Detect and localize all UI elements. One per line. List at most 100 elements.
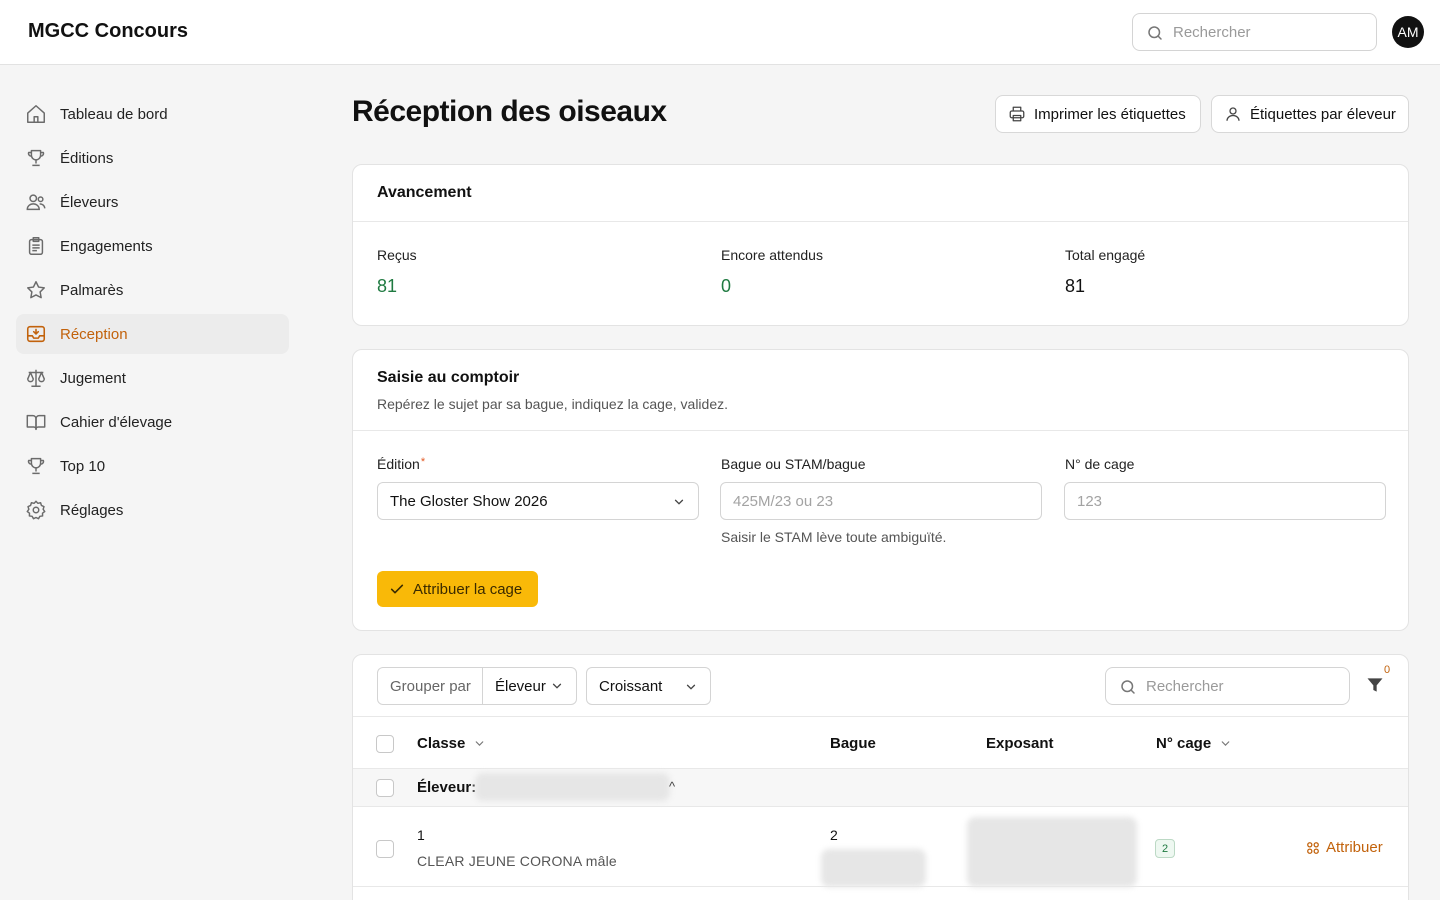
sidebar-item-awards[interactable]: Palmarès — [16, 270, 289, 310]
group-by-control: Grouper par Éleveur — [377, 667, 577, 705]
print-labels-button[interactable]: Imprimer les étiquettes — [995, 95, 1201, 133]
print-labels-label: Imprimer les étiquettes — [1034, 105, 1186, 123]
sidebar-item-editions[interactable]: Éditions — [16, 138, 289, 178]
labels-by-breeder-label: Étiquettes par éleveur — [1250, 105, 1396, 123]
sidebar-item-top10[interactable]: Top 10 — [16, 446, 289, 486]
redacted-exhibitor — [967, 817, 1137, 887]
table-search[interactable] — [1105, 667, 1350, 705]
clipboard-icon — [24, 234, 48, 258]
sidebar-item-label: Réception — [60, 325, 128, 343]
sort-order-select[interactable]: Croissant — [586, 667, 711, 705]
chevron-down-icon — [550, 679, 564, 697]
edition-label: Édition* — [377, 456, 426, 472]
column-ring: Bague — [830, 735, 876, 752]
sidebar-item-label: Palmarès — [60, 281, 124, 299]
counter-subtitle: Repérez le sujet par sa bague, indiquez … — [377, 396, 728, 412]
group-row-label: Éleveur: — [417, 779, 477, 796]
ring-label: Bague ou STAM/bague — [721, 456, 866, 472]
chevron-down-icon — [672, 495, 686, 513]
user-avatar[interactable]: AM — [1392, 16, 1424, 48]
sidebar-item-label: Réglages — [60, 501, 124, 519]
progress-title: Avancement — [377, 184, 472, 201]
search-icon — [1119, 678, 1137, 701]
book-icon — [24, 410, 48, 434]
edition-select-value: The Gloster Show 2026 — [390, 492, 548, 510]
received-value: 81 — [377, 276, 398, 296]
cage-label: N° de cage — [1065, 456, 1135, 472]
grid-icon — [1306, 841, 1320, 855]
assign-row-label: Attribuer — [1326, 839, 1383, 856]
counter-title: Saisie au comptoir — [377, 369, 520, 386]
sidebar-item-breeding-book[interactable]: Cahier d'élevage — [16, 402, 289, 442]
pending-value: 0 — [721, 276, 732, 296]
star-icon — [24, 278, 48, 302]
sidebar-item-judging[interactable]: Jugement — [16, 358, 289, 398]
group-by-value: Éleveur — [495, 677, 546, 695]
group-by-label: Grouper par — [378, 668, 483, 704]
group-by-select[interactable]: Éleveur — [483, 668, 576, 704]
trophy-icon — [24, 146, 48, 170]
ring-help-text: Saisir le STAM lève toute ambiguïté. — [721, 529, 947, 545]
app-title: MGCC Concours — [28, 20, 188, 42]
gear-icon — [24, 498, 48, 522]
sidebar-item-reception[interactable]: Réception — [16, 314, 289, 354]
group-checkbox[interactable] — [376, 779, 394, 797]
divider — [353, 430, 1408, 431]
assign-cage-button[interactable]: Attribuer la cage — [377, 571, 538, 607]
table-search-input[interactable] — [1146, 668, 1341, 704]
search-icon — [1146, 24, 1164, 47]
users-icon — [24, 190, 48, 214]
group-row: Éleveur: ^ — [353, 769, 1408, 807]
class-number: 1 — [417, 827, 425, 843]
pending-label: Encore attendus — [721, 247, 823, 263]
global-search[interactable] — [1132, 13, 1377, 51]
total-value: 81 — [1065, 276, 1086, 296]
group-toggle-icon[interactable]: ^ — [669, 779, 675, 794]
filter-icon — [1365, 678, 1385, 699]
column-cage[interactable]: N° cage — [1156, 735, 1232, 752]
redacted-ring-detail — [821, 849, 926, 887]
chevron-down-icon — [473, 737, 486, 750]
sort-order-value: Croissant — [599, 677, 663, 695]
total-label: Total engagé — [1065, 247, 1146, 263]
redacted-breeder-name — [475, 773, 670, 801]
labels-by-breeder-button[interactable]: Étiquettes par éleveur — [1211, 95, 1409, 133]
sidebar-item-label: Jugement — [60, 369, 126, 387]
top-bar: MGCC Concours AM — [0, 0, 1440, 65]
sidebar-item-dashboard[interactable]: Tableau de bord — [16, 94, 289, 134]
divider — [353, 221, 1408, 222]
column-class[interactable]: Classe — [417, 735, 486, 752]
edition-select[interactable]: The Gloster Show 2026 — [377, 482, 699, 520]
page-title: Réception des oiseaux — [352, 95, 667, 128]
cage-input[interactable] — [1064, 482, 1386, 520]
sidebar-item-entries[interactable]: Engagements — [16, 226, 289, 266]
required-marker: * — [420, 456, 426, 468]
class-description: CLEAR JEUNE CORONA mâle — [417, 853, 617, 869]
inbox-icon — [24, 322, 48, 346]
select-all-checkbox[interactable] — [376, 735, 394, 753]
sidebar: Tableau de bord Éditions Éleveurs Engage… — [16, 94, 289, 534]
chevron-down-icon — [1219, 737, 1232, 750]
check-icon — [389, 581, 405, 597]
column-exhibitor: Exposant — [986, 735, 1054, 752]
sidebar-item-label: Engagements — [60, 237, 153, 255]
printer-icon — [1008, 105, 1026, 123]
sidebar-item-label: Top 10 — [60, 457, 106, 475]
filter-button[interactable] — [1365, 675, 1385, 697]
home-icon — [24, 102, 48, 126]
progress-card: Avancement Reçus 81 Encore attendus 0 To… — [352, 164, 1409, 326]
row-checkbox[interactable] — [376, 840, 394, 858]
received-label: Reçus — [377, 247, 417, 263]
birds-table-card: Grouper par Éleveur Croissant 0 Classe B… — [352, 654, 1409, 900]
ring-input[interactable] — [720, 482, 1042, 520]
assign-row-button[interactable]: Attribuer — [1306, 839, 1383, 856]
global-search-input[interactable] — [1173, 14, 1368, 50]
sidebar-item-settings[interactable]: Réglages — [16, 490, 289, 530]
sidebar-item-label: Éditions — [60, 149, 114, 167]
counter-entry-card: Saisie au comptoir Repérez le sujet par … — [352, 349, 1409, 631]
filter-count-badge: 0 — [1384, 664, 1391, 676]
chevron-down-icon — [684, 680, 698, 698]
sidebar-item-breeders[interactable]: Éleveurs — [16, 182, 289, 222]
sidebar-item-label: Tableau de bord — [60, 105, 168, 123]
user-icon — [1224, 105, 1242, 123]
